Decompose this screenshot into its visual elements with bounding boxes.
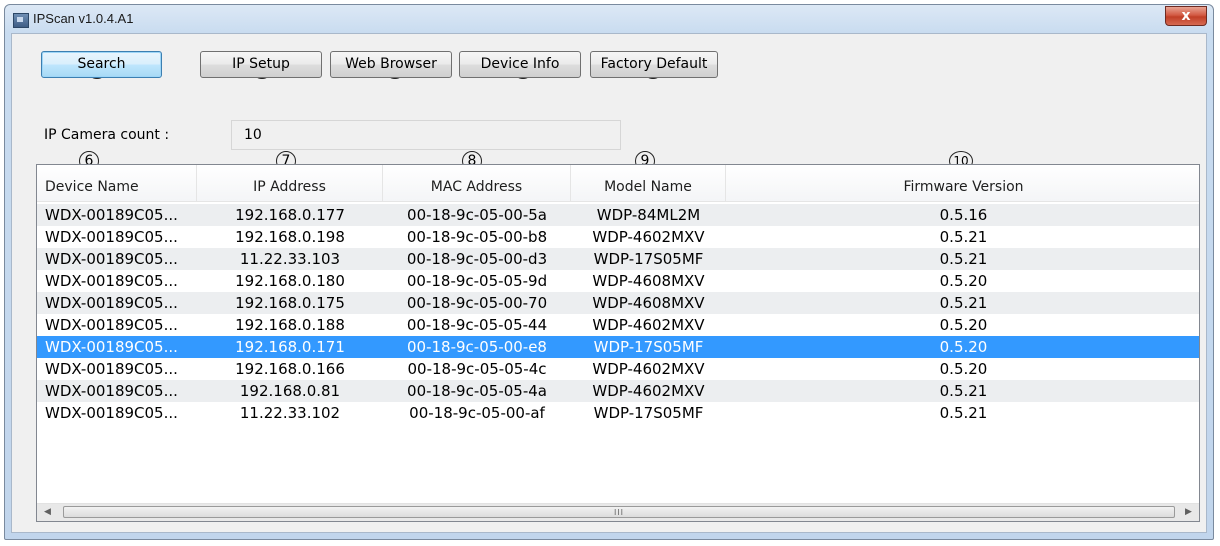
camera-count-label: IP Camera count : <box>44 127 170 143</box>
table-row[interactable]: WDX-00189C05... 192.168.0.175 00-18-9c-05-… <box>37 292 1199 314</box>
table-row[interactable]: WDX-00189C05... 192.168.0.166 00-18-9c-05-… <box>37 358 1199 380</box>
column-mac-address[interactable]: MAC Address <box>383 165 571 201</box>
model-name-cell: WDP-4602MXV <box>592 316 705 334</box>
mac-address-cell: 00-18-9c-05-00-70 <box>406 294 548 312</box>
column-firmware-version[interactable]: Firmware Version <box>726 165 1199 201</box>
close-button[interactable]: x <box>1165 6 1207 26</box>
mac-address-cell: 00-18-9c-05-00-b8 <box>406 228 548 246</box>
window-title: IPScan v1.0.4.A1 <box>33 11 134 26</box>
table-row[interactable]: WDX-00189C05... 192.168.0.198 00-18-9c-05-… <box>37 226 1199 248</box>
table-row[interactable]: WDX-00189C05... 192.168.0.81 00-18-9c-05-0… <box>37 380 1199 402</box>
ip-address-cell: 192.168.0.175 <box>235 294 345 312</box>
table-row[interactable]: WDX-00189C05... 192.168.0.188 00-18-9c-05-… <box>37 314 1199 336</box>
column-device-name[interactable]: Device Name <box>37 165 197 201</box>
model-name-cell: WDP-4602MXV <box>592 228 705 246</box>
firmware-version-cell: 0.5.21 <box>939 404 988 422</box>
model-name-cell: WDP-17S05MF <box>593 404 704 422</box>
scroll-grip: III <box>613 508 625 517</box>
web-browser-button[interactable]: Web Browser <box>330 51 452 78</box>
column-ip-address[interactable]: IP Address <box>197 165 383 201</box>
firmware-version-cell: 0.5.20 <box>939 316 988 334</box>
model-name-cell: WDP-17S05MF <box>593 338 704 356</box>
firmware-version-cell: 0.5.16 <box>939 206 988 224</box>
column-model-name[interactable]: Model Name <box>571 165 726 201</box>
device-name-cell: WDX-00189C05... <box>45 404 178 422</box>
model-name-cell: WDP-4602MXV <box>592 382 705 400</box>
device-name-cell: WDX-00189C05... <box>45 228 178 246</box>
model-name-cell: WDP-4608MXV <box>592 294 705 312</box>
ip-address-cell: 11.22.33.102 <box>239 404 341 422</box>
firmware-version-cell: 0.5.20 <box>939 272 988 290</box>
ip-address-cell: 192.168.0.177 <box>235 206 345 224</box>
title-bar[interactable]: IPScan v1.0.4.A1 x <box>5 5 1213 35</box>
table-row[interactable]: WDX-00189C05... 11.22.33.102 00-18-9c-05-0… <box>37 402 1199 424</box>
model-name-cell: WDP-84ML2M <box>596 206 701 224</box>
device-name-cell: WDX-00189C05... <box>45 316 178 334</box>
device-name-cell: WDX-00189C05... <box>45 250 178 268</box>
firmware-version-cell: 0.5.21 <box>939 294 988 312</box>
firmware-version-cell: 0.5.21 <box>939 382 988 400</box>
mac-address-cell: 00-18-9c-05-05-44 <box>406 316 548 334</box>
device-name-cell: WDX-00189C05... <box>45 272 178 290</box>
model-name-cell: WDP-4608MXV <box>592 272 705 290</box>
device-name-cell: WDX-00189C05... <box>45 360 178 378</box>
mac-address-cell: 00-18-9c-05-00-af <box>409 404 545 422</box>
camera-count-field: 10 <box>231 120 621 150</box>
client-area: 1 2 3 4 5 6 7 8 9 10 Search IP Setup Web… <box>11 33 1207 533</box>
search-button[interactable]: Search <box>41 51 162 78</box>
table-row[interactable]: WDX-00189C05... 192.168.0.177 00-18-9c-05-… <box>37 204 1199 226</box>
ip-address-cell: 192.168.0.81 <box>239 382 341 400</box>
ip-address-cell: 11.22.33.103 <box>239 250 341 268</box>
mac-address-cell: 00-18-9c-05-05-4a <box>407 382 547 400</box>
app-window: IPScan v1.0.4.A1 x 1 2 3 4 5 6 7 8 9 10 … <box>4 4 1214 540</box>
close-icon: x <box>1181 8 1191 24</box>
app-window-icon <box>13 13 29 28</box>
mac-address-cell: 00-18-9c-05-05-4c <box>407 360 547 378</box>
table-row[interactable]: WDX-00189C05... 192.168.0.180 00-18-9c-05-… <box>37 270 1199 292</box>
device-list[interactable]: Device Name IP Address MAC Address Model… <box>36 164 1200 522</box>
ip-address-cell: 192.168.0.198 <box>235 228 345 246</box>
mac-address-cell: 00-18-9c-05-00-d3 <box>406 250 548 268</box>
device-name-cell: WDX-00189C05... <box>45 294 178 312</box>
mac-address-cell: 00-18-9c-05-00-e8 <box>407 338 547 356</box>
horizontal-scrollbar[interactable]: ◀ III ▶ <box>37 503 1199 521</box>
list-header: Device Name IP Address MAC Address Model… <box>37 165 1199 202</box>
model-name-cell: WDP-4602MXV <box>592 360 705 378</box>
table-row[interactable]: WDX-00189C05... 192.168.0.171 00-18-9c-05-… <box>37 336 1199 358</box>
scroll-right-icon[interactable]: ▶ <box>1180 504 1197 521</box>
mac-address-cell: 00-18-9c-05-00-5a <box>407 206 547 224</box>
ip-address-cell: 192.168.0.166 <box>235 360 345 378</box>
firmware-version-cell: 0.5.20 <box>939 338 988 356</box>
ip-address-cell: 192.168.0.171 <box>235 338 345 356</box>
table-row[interactable]: WDX-00189C05... 11.22.33.103 00-18-9c-05-0… <box>37 248 1199 270</box>
firmware-version-cell: 0.5.21 <box>939 228 988 246</box>
device-name-cell: WDX-00189C05... <box>45 206 178 224</box>
factory-default-button[interactable]: Factory Default <box>590 51 718 78</box>
firmware-version-cell: 0.5.20 <box>939 360 988 378</box>
device-name-cell: WDX-00189C05... <box>45 382 178 400</box>
ip-address-cell: 192.168.0.188 <box>235 316 345 334</box>
mac-address-cell: 00-18-9c-05-05-9d <box>406 272 548 290</box>
scroll-left-icon[interactable]: ◀ <box>39 504 56 521</box>
device-info-button[interactable]: Device Info <box>459 51 581 78</box>
ip-address-cell: 192.168.0.180 <box>235 272 345 290</box>
firmware-version-cell: 0.5.21 <box>939 250 988 268</box>
ip-setup-button[interactable]: IP Setup <box>200 51 322 78</box>
model-name-cell: WDP-17S05MF <box>593 250 704 268</box>
scroll-thumb[interactable]: III <box>63 506 1175 518</box>
device-name-cell: WDX-00189C05... <box>45 338 178 356</box>
